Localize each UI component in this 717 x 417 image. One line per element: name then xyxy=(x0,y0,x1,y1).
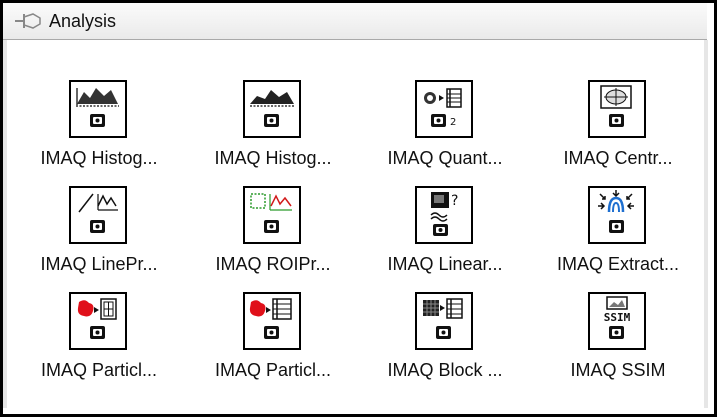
svg-text:?: ? xyxy=(451,193,458,209)
quantify-icon[interactable]: 2 xyxy=(415,80,473,138)
badge-text: 2 xyxy=(450,117,456,128)
particle-analysis-report-icon[interactable] xyxy=(69,292,127,350)
vi-label: IMAQ Histog... xyxy=(214,148,332,168)
analysis-palette: Analysis IMAQ Histog... IMAQ Histog... 2… xyxy=(0,0,717,417)
badge-text: SSIM xyxy=(604,311,631,324)
histograph-icon[interactable] xyxy=(243,80,301,138)
ssim-icon[interactable]: SSIM xyxy=(588,292,646,350)
vi-item-histogram[interactable]: IMAQ Histog... xyxy=(13,80,185,190)
line-profile-icon[interactable] xyxy=(69,186,127,244)
particle-analysis-icon[interactable] xyxy=(243,292,301,350)
vi-item-quantify[interactable]: 2 IMAQ Quant... xyxy=(359,80,531,190)
vi-item-ssim[interactable]: SSIM IMAQ SSIM xyxy=(532,292,704,402)
block-mean-icon[interactable] xyxy=(415,292,473,350)
centroid-icon[interactable] xyxy=(588,80,646,138)
vi-label: IMAQ Extract... xyxy=(556,254,680,274)
vi-item-line-profile[interactable]: IMAQ LinePr... xyxy=(13,186,185,296)
roi-profile-icon[interactable] xyxy=(243,186,301,244)
linear-averages-icon[interactable]: ? xyxy=(415,186,473,244)
vi-item-particle-analysis-report[interactable]: IMAQ Particl... xyxy=(13,292,185,402)
vi-label: IMAQ Quant... xyxy=(387,148,503,168)
vi-item-roi-profile[interactable]: IMAQ ROIPr... xyxy=(187,186,359,296)
vi-label: IMAQ Centr... xyxy=(563,148,673,168)
palette-content: IMAQ Histog... IMAQ Histog... 2 IMAQ Qua… xyxy=(3,40,708,408)
vi-item-linear-averages[interactable]: ? IMAQ Linear... xyxy=(359,186,531,296)
vi-item-particle-analysis[interactable]: IMAQ Particl... xyxy=(187,292,359,402)
extract-icon[interactable] xyxy=(588,186,646,244)
palette-title: Analysis xyxy=(49,10,117,31)
palette-titlebar: Analysis xyxy=(3,3,707,40)
vi-label: IMAQ Particl... xyxy=(40,360,157,380)
vi-item-block-mean[interactable]: IMAQ Block ... xyxy=(359,292,531,402)
vi-grid: IMAQ Histog... IMAQ Histog... 2 IMAQ Qua… xyxy=(7,40,712,408)
vi-label: IMAQ Particl... xyxy=(214,360,331,380)
histogram-icon[interactable] xyxy=(69,80,127,138)
vi-label: IMAQ SSIM xyxy=(570,360,666,380)
vi-label: IMAQ ROIPr... xyxy=(215,254,331,274)
vi-item-histograph[interactable]: IMAQ Histog... xyxy=(187,80,359,190)
vi-label: IMAQ Linear... xyxy=(387,254,503,274)
vi-label: IMAQ LinePr... xyxy=(40,254,158,274)
vi-label: IMAQ Histog... xyxy=(40,148,158,168)
pin-icon[interactable] xyxy=(13,11,43,31)
vi-label: IMAQ Block ... xyxy=(387,360,503,380)
vi-item-centroid[interactable]: IMAQ Centr... xyxy=(532,80,704,190)
vi-item-extract[interactable]: IMAQ Extract... xyxy=(532,186,704,296)
